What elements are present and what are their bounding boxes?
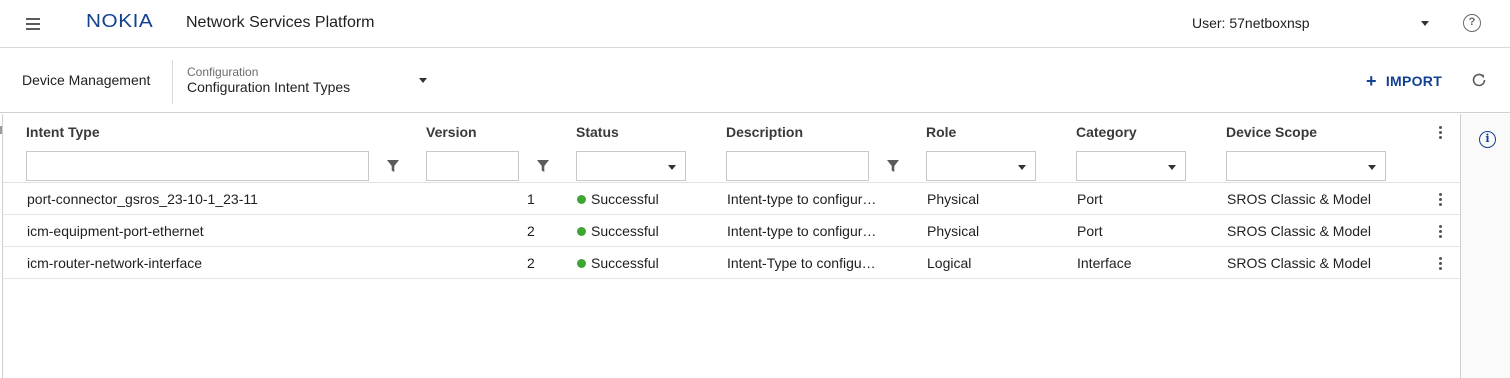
- role-cell: Logical: [927, 255, 972, 271]
- column-header-role[interactable]: Role: [926, 124, 956, 140]
- device-scope-filter-select[interactable]: [1226, 151, 1386, 181]
- column-header-version[interactable]: Version: [426, 124, 477, 140]
- refresh-icon[interactable]: [1470, 71, 1488, 89]
- version-cell: 2: [527, 255, 535, 271]
- column-header-category[interactable]: Category: [1076, 124, 1137, 140]
- import-button[interactable]: + IMPORT: [1366, 71, 1442, 91]
- category-cell: Port: [1077, 223, 1103, 239]
- table-row[interactable]: icm-equipment-port-ethernet 2 Successful…: [3, 215, 1460, 247]
- chevron-down-icon: [1368, 165, 1376, 170]
- status-success-dot-icon: [577, 195, 586, 204]
- chevron-down-icon: [668, 165, 676, 170]
- filter-funnel-icon[interactable]: [387, 159, 399, 173]
- role-cell: Physical: [927, 191, 980, 207]
- intent-type-cell[interactable]: icm-router-network-interface: [27, 255, 202, 271]
- user-menu-caret-icon[interactable]: [1421, 21, 1429, 26]
- view-selector-caret-icon[interactable]: [419, 78, 427, 83]
- row-actions-kebab-icon[interactable]: [1439, 225, 1443, 239]
- import-button-label: IMPORT: [1385, 73, 1443, 89]
- user-menu-label[interactable]: User: 57netboxnsp: [1192, 15, 1310, 31]
- column-options-kebab-icon[interactable]: [1439, 126, 1443, 140]
- info-icon[interactable]: i: [1479, 131, 1496, 148]
- view-selector-caption: Configuration: [187, 65, 259, 79]
- table-row[interactable]: port-connector_gsros_23-10-1_23-11 1 Suc…: [3, 183, 1460, 215]
- status-cell: Successful: [577, 255, 659, 271]
- top-header: NOKIA Network Services Platform User: 57…: [0, 0, 1510, 48]
- device-scope-cell: SROS Classic & Model: [1227, 255, 1371, 271]
- info-side-panel: i: [1460, 114, 1510, 378]
- status-success-dot-icon: [577, 259, 586, 268]
- column-header-intent-type[interactable]: Intent Type: [26, 124, 100, 140]
- table-row[interactable]: icm-router-network-interface 2 Successfu…: [3, 247, 1460, 279]
- column-header-device-scope[interactable]: Device Scope: [1226, 124, 1317, 140]
- row-actions-kebab-icon[interactable]: [1439, 257, 1443, 271]
- device-scope-cell: SROS Classic & Model: [1227, 223, 1371, 239]
- nokia-logo: NOKIA: [86, 11, 154, 31]
- status-cell: Successful: [577, 223, 659, 239]
- description-cell: Intent-Type to configu…: [727, 255, 876, 271]
- role-filter-select[interactable]: [926, 151, 1036, 181]
- intent-type-filter-input[interactable]: [26, 151, 369, 181]
- version-filter-input[interactable]: [426, 151, 519, 181]
- intent-type-cell[interactable]: port-connector_gsros_23-10-1_23-11: [27, 191, 258, 207]
- status-label: Successful: [591, 223, 659, 239]
- chevron-down-icon: [1168, 165, 1176, 170]
- intent-type-cell[interactable]: icm-equipment-port-ethernet: [27, 223, 204, 239]
- app-title: Network Services Platform: [186, 14, 375, 31]
- device-scope-cell: SROS Classic & Model: [1227, 191, 1371, 207]
- category-cell: Port: [1077, 191, 1103, 207]
- category-cell: Interface: [1077, 255, 1132, 271]
- status-label: Successful: [591, 191, 659, 207]
- breadcrumb-device-management[interactable]: Device Management: [22, 72, 150, 88]
- filter-funnel-icon[interactable]: [887, 159, 899, 173]
- plus-icon: +: [1366, 71, 1377, 91]
- description-cell: Intent-type to configur…: [727, 223, 877, 239]
- chevron-down-icon: [1018, 165, 1026, 170]
- status-cell: Successful: [577, 191, 659, 207]
- status-label: Successful: [591, 255, 659, 271]
- menu-icon[interactable]: [26, 15, 44, 33]
- sub-header: Device Management Configuration Configur…: [0, 48, 1510, 113]
- view-selector-value[interactable]: Configuration Intent Types: [187, 79, 350, 95]
- description-filter-input[interactable]: [726, 151, 869, 181]
- help-icon[interactable]: ?: [1463, 14, 1481, 32]
- status-success-dot-icon: [577, 227, 586, 236]
- status-filter-select[interactable]: [576, 151, 686, 181]
- version-cell: 2: [527, 223, 535, 239]
- breadcrumb-divider: [172, 60, 173, 104]
- filter-funnel-icon[interactable]: [537, 159, 549, 173]
- table-header: Intent Type Version Status Description R…: [3, 114, 1460, 150]
- intent-types-table: Intent Type Version Status Description R…: [2, 114, 1460, 378]
- category-filter-select[interactable]: [1076, 151, 1186, 181]
- column-header-description[interactable]: Description: [726, 124, 803, 140]
- version-cell: 1: [527, 191, 535, 207]
- row-actions-kebab-icon[interactable]: [1439, 193, 1443, 207]
- filter-row: [3, 150, 1460, 183]
- column-header-status[interactable]: Status: [576, 124, 619, 140]
- description-cell: Intent-type to configur…: [727, 191, 877, 207]
- role-cell: Physical: [927, 223, 980, 239]
